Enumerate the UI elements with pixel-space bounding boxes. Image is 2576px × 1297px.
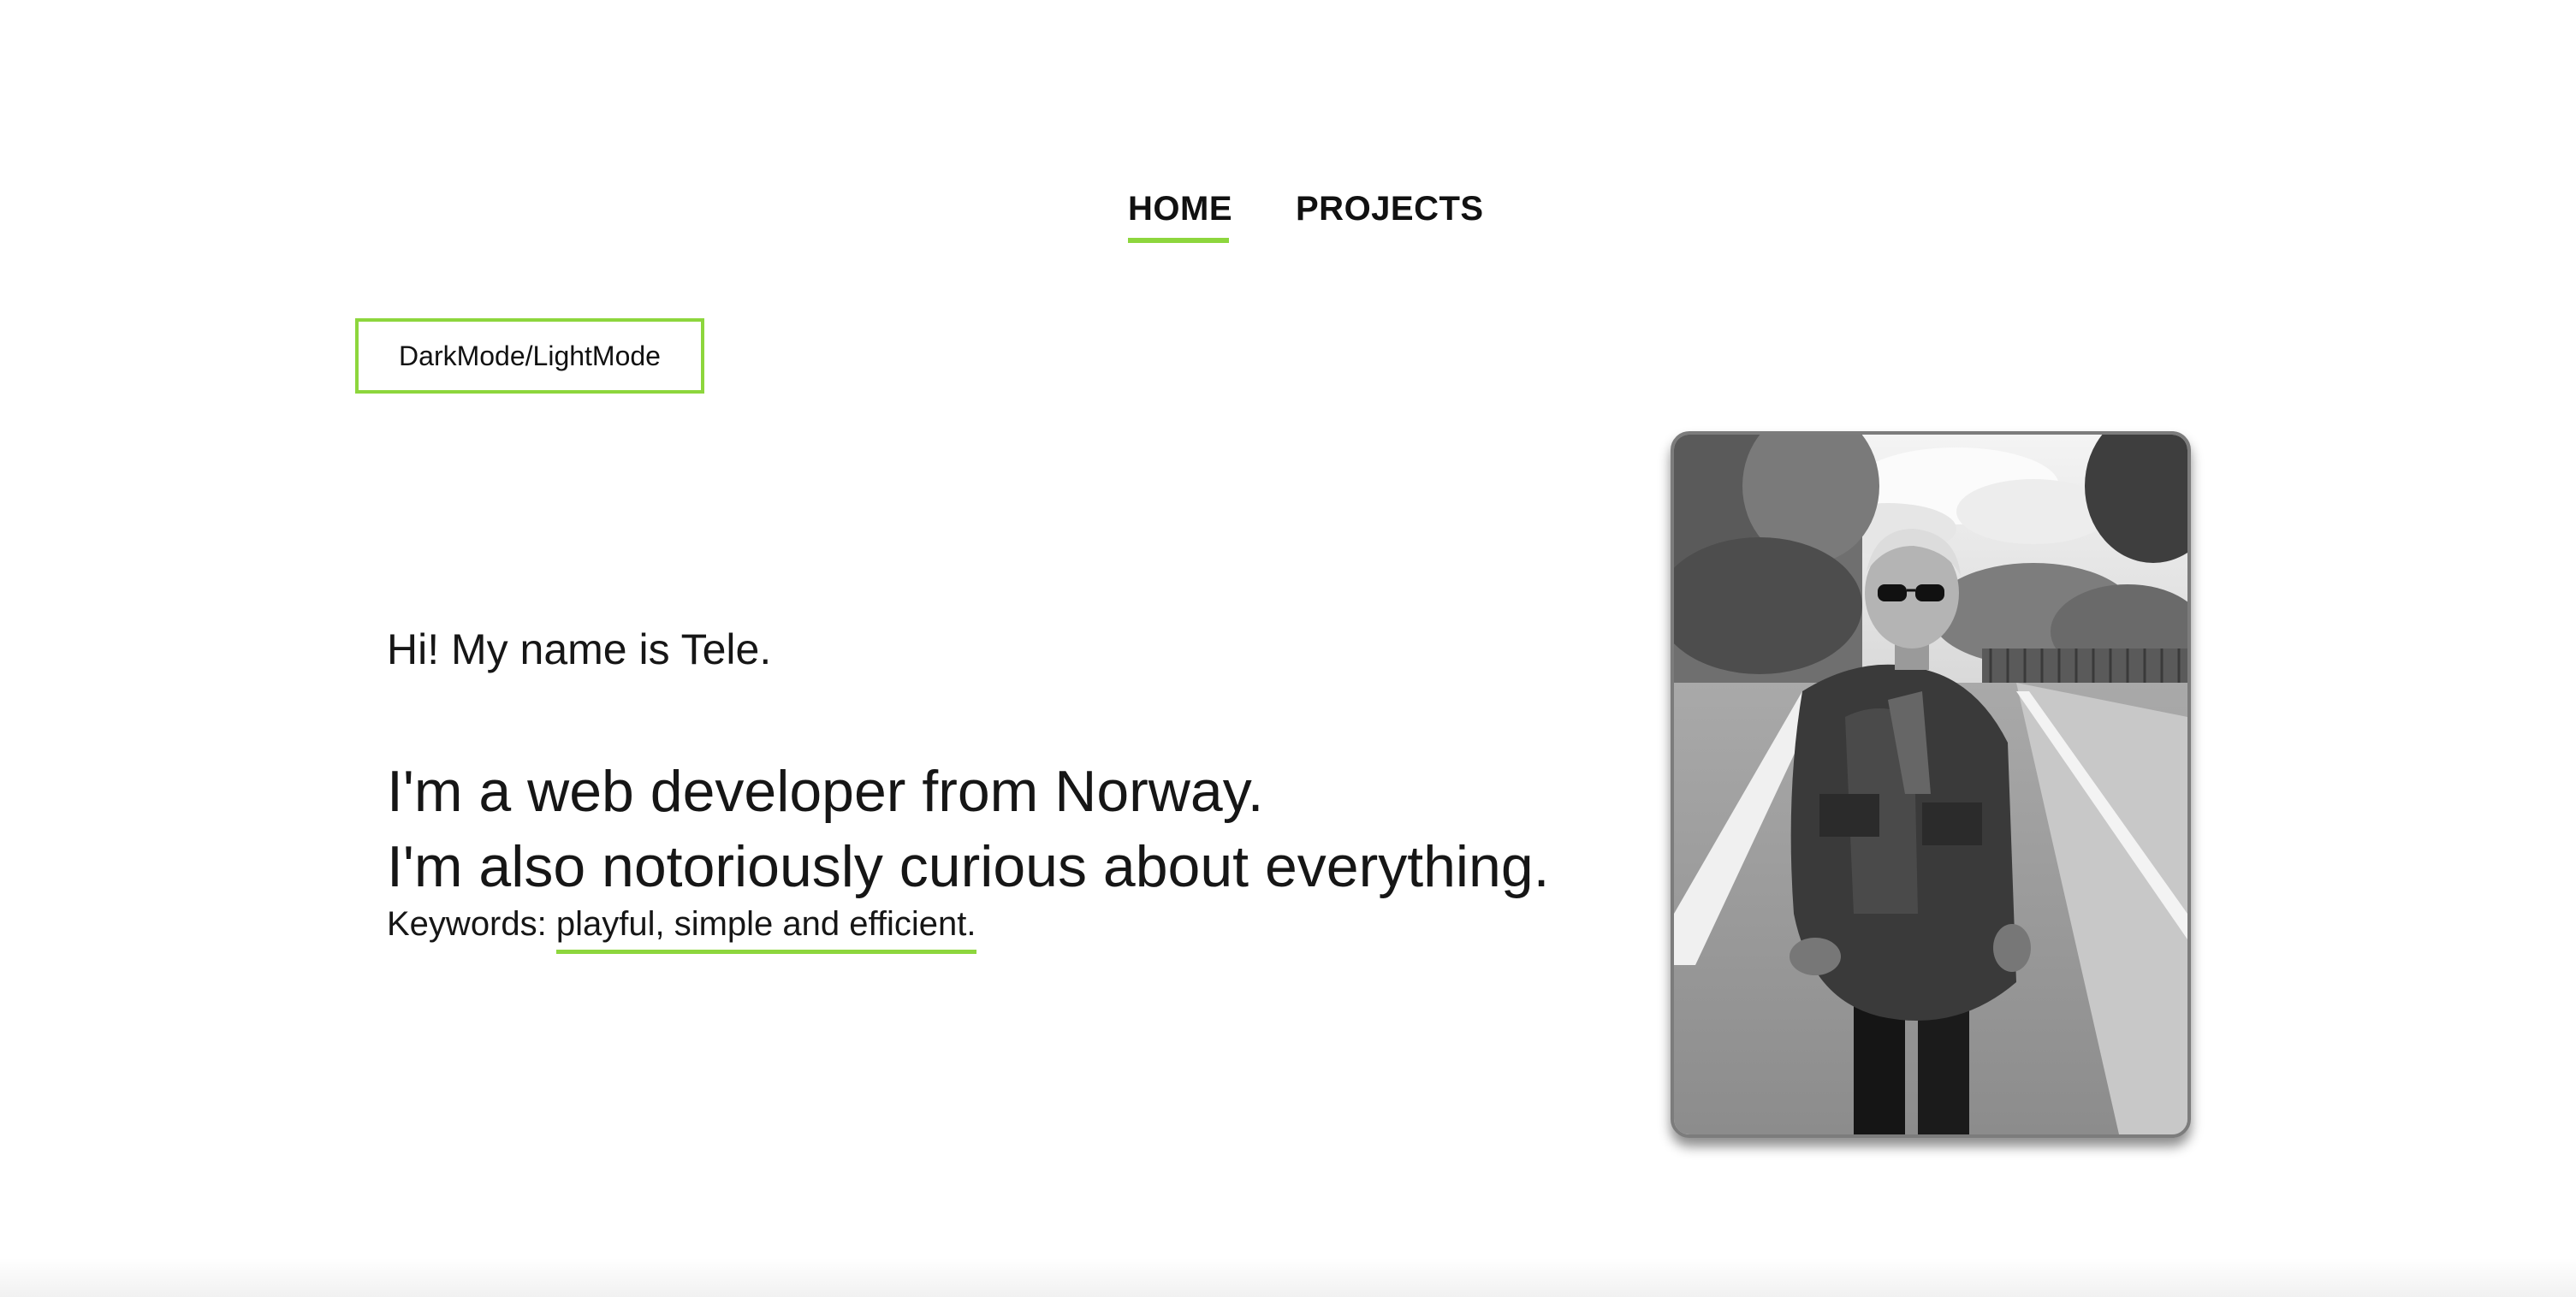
dark-light-mode-toggle-button[interactable]: DarkMode/LightMode <box>355 318 704 394</box>
main-nav: HOME PROJECTS <box>0 181 2576 250</box>
portrait-photo <box>1671 431 2191 1138</box>
keywords-label: Keywords: <box>387 905 556 943</box>
intro-headline-line-1: I'm a web developer from Norway. <box>387 759 1264 824</box>
nav-link-home[interactable]: HOME <box>1128 181 1232 243</box>
intro-headline-line-2: I'm also notoriously curious about every… <box>387 834 1550 899</box>
keywords-value: playful, simple and efficient. <box>555 905 976 954</box>
intro-keywords: Keywords: playful, simple and efficient. <box>387 905 976 954</box>
portrait-photo-image <box>1674 435 2187 1134</box>
intro-greeting: Hi! My name is Tele. <box>387 625 772 673</box>
bottom-fade <box>0 1258 2576 1297</box>
nav-link-projects[interactable]: PROJECTS <box>1296 181 1483 236</box>
